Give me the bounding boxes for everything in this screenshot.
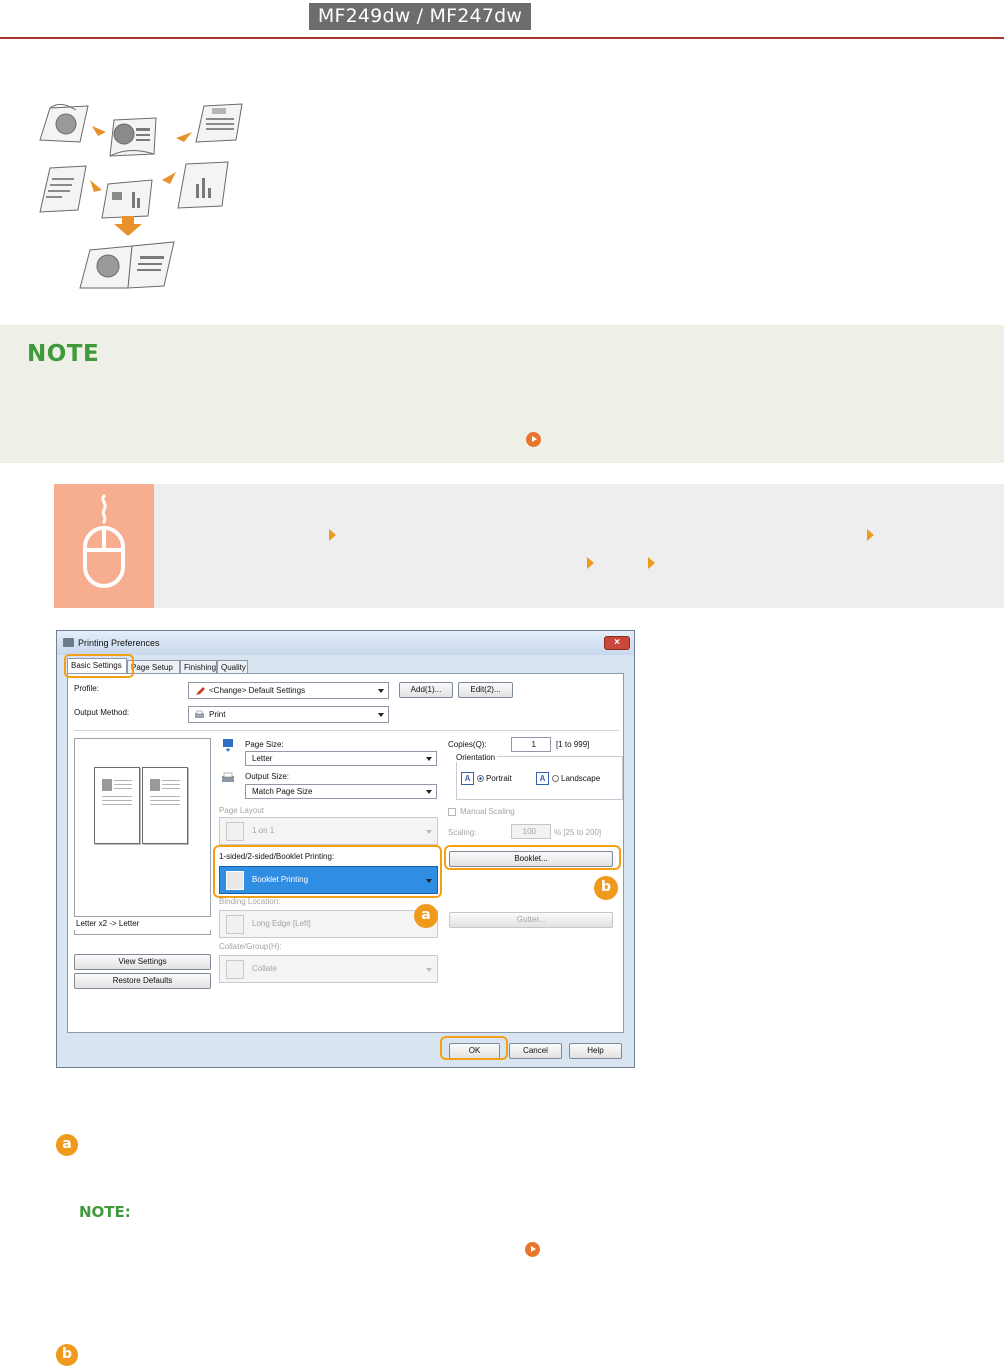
preview-caption: Letter x2 -> Letter (74, 916, 211, 930)
printer-icon (195, 710, 204, 718)
binding-location-label: Binding Location: (219, 897, 281, 906)
output-method-select[interactable]: Print (188, 706, 389, 723)
scaling-stepper[interactable]: 100 (511, 824, 551, 839)
copies-value: 1 (531, 740, 536, 749)
chevron-down-icon (378, 713, 384, 717)
note-box (0, 325, 1004, 463)
chevron-down-icon (378, 689, 384, 693)
output-size-value: Match Page Size (252, 787, 313, 796)
binding-location-select[interactable]: Long Edge [Left] (219, 910, 438, 938)
mouse-tile (54, 484, 154, 608)
model-badge: MF249dw / MF247dw (309, 3, 531, 30)
annotation-b-badge: b (56, 1344, 78, 1366)
copies-stepper[interactable]: 1 (511, 737, 551, 752)
divider (74, 730, 619, 731)
header-divider (0, 37, 1004, 39)
callout-b-badge: b (594, 876, 618, 900)
scaling-range: % [25 to 200] (554, 828, 602, 837)
collate-value: Collate (252, 964, 277, 973)
manual-page: MF249dw / MF247dw NOTE Printing Preferen… (0, 0, 1004, 1368)
chevron-down-icon (426, 790, 432, 794)
portrait-label: Portrait (486, 774, 512, 783)
page-layout-label: Page Layout (219, 806, 264, 815)
page-size-label: Page Size: (245, 740, 284, 749)
cancel-button[interactable]: Cancel (509, 1043, 562, 1059)
booklet-button-highlight (444, 845, 621, 870)
page-layout-thumbnail (226, 822, 244, 841)
portrait-radio[interactable] (477, 775, 484, 782)
portrait-option[interactable]: A Portrait (461, 772, 512, 785)
tab-finishing[interactable]: Finishing (180, 660, 217, 674)
manual-scaling-checkbox[interactable] (448, 808, 456, 816)
landscape-radio[interactable] (552, 775, 559, 782)
mouse-icon (83, 494, 125, 588)
page-size-icon (223, 739, 233, 752)
triangle-arrow-icon (329, 529, 336, 541)
collate-thumbnail (226, 960, 244, 979)
output-size-label: Output Size: (245, 772, 290, 781)
page-size-value: Letter (252, 754, 273, 763)
restore-defaults-button[interactable]: Restore Defaults (74, 973, 211, 989)
tab-page-setup[interactable]: Page Setup (127, 660, 180, 674)
view-settings-button[interactable]: View Settings (74, 954, 211, 970)
callout-a-badge: a (414, 904, 438, 928)
circle-arrow-icon[interactable] (525, 1242, 540, 1257)
portrait-icon: A (461, 772, 474, 785)
note-title: NOTE (27, 341, 100, 367)
triangle-arrow-icon (867, 529, 874, 541)
landscape-label: Landscape (561, 774, 601, 783)
annotation-a-badge: a (56, 1134, 78, 1156)
pencil-icon (196, 687, 205, 695)
page-layout-value: 1 on 1 (252, 826, 275, 835)
gutter-button[interactable]: Gutter... (449, 912, 613, 928)
collate-label: Collate/Group(H): (219, 942, 282, 951)
manual-scaling-label: Manual Scaling (460, 807, 515, 816)
basic-settings-highlight (64, 654, 134, 678)
binding-location-value: Long Edge [Left] (252, 919, 311, 928)
duplex-highlight (213, 845, 442, 898)
orientation-label: Orientation (454, 753, 498, 762)
layout-preview (74, 738, 211, 935)
page-size-select[interactable]: Letter (245, 751, 437, 766)
triangle-arrow-icon (648, 557, 655, 569)
chevron-down-icon (426, 968, 432, 972)
profile-value: <Change> Default Settings (209, 686, 306, 695)
annotation-note-title: NOTE: (79, 1203, 131, 1221)
booklet-printing-illustration (39, 103, 243, 289)
scaling-label: Scaling: (448, 828, 477, 837)
edit-profile-button[interactable]: Edit(2)... (458, 682, 513, 698)
landscape-icon: A (536, 772, 549, 785)
preview-page-right (142, 767, 188, 844)
page-layout-select[interactable]: 1 on 1 (219, 817, 438, 845)
close-button[interactable]: × (604, 636, 630, 650)
ok-button-highlight (440, 1036, 508, 1060)
output-method-label: Output Method: (74, 708, 130, 717)
help-button[interactable]: Help (569, 1043, 622, 1059)
printer-icon (63, 638, 74, 647)
tab-quality[interactable]: Quality (217, 660, 248, 674)
chevron-down-icon (426, 830, 432, 834)
dialog-titlebar: Printing Preferences × (57, 631, 634, 655)
procedure-bar (54, 484, 1004, 608)
scaling-value: 100 (522, 827, 536, 836)
chevron-down-icon (426, 757, 432, 761)
output-size-icon (222, 772, 234, 782)
circle-arrow-icon[interactable] (526, 432, 541, 447)
landscape-option[interactable]: A Landscape (536, 772, 600, 785)
output-method-value: Print (209, 710, 226, 719)
binding-thumbnail (226, 915, 244, 934)
profile-label: Profile: (74, 684, 99, 693)
copies-range: [1 to 999] (556, 740, 590, 749)
profile-select[interactable]: <Change> Default Settings (188, 682, 389, 699)
preview-page-left (94, 767, 140, 844)
add-profile-button[interactable]: Add(1)... (399, 682, 453, 698)
copies-label: Copies(Q): (448, 740, 487, 749)
dialog-title: Printing Preferences (78, 638, 160, 648)
collate-select[interactable]: Collate (219, 955, 438, 983)
triangle-arrow-icon (587, 557, 594, 569)
output-size-select[interactable]: Match Page Size (245, 784, 437, 799)
